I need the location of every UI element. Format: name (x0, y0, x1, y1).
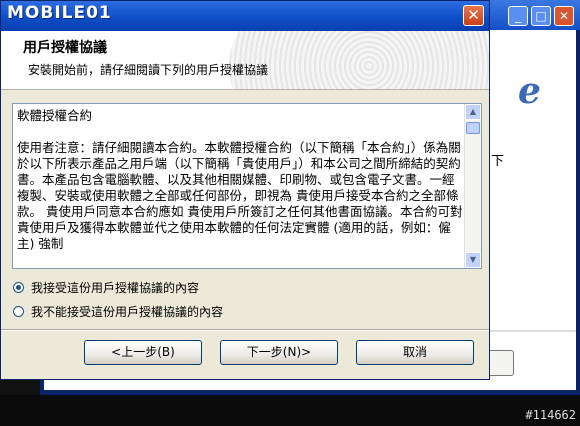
decline-label: 我不能接受這份用戶授權協議的內容 (31, 305, 224, 319)
accept-option[interactable]: 我接受這份用戶授權協議的內容 (13, 279, 199, 296)
header-subtitle: 安裝開始前，請仔細閱讀下列的用戶授權協議 (28, 63, 269, 77)
license-textbox[interactable]: 軟體授權合約 使用者注意：請仔細閱讀本合約。本軟體授權合約（以下簡稱「本合約」）… (12, 103, 482, 269)
next-button[interactable]: 下一步(N)> (220, 340, 338, 365)
close-icon[interactable]: ✕ (554, 6, 574, 26)
cancel-button[interactable]: 取消 (356, 340, 474, 365)
header-title: 用戶授權協議 (23, 40, 107, 56)
license-text: 軟體授權合約 使用者注意：請仔細閱讀本合約。本軟體授權合約（以下簡稱「本合約」）… (17, 108, 463, 251)
back-button[interactable]: <上一步(B) (84, 340, 202, 365)
app-logo: MOBILE01 (7, 3, 112, 23)
decline-radio[interactable] (13, 306, 24, 317)
dialog-title-bar[interactable]: MOBILE01 ✕ (1, 1, 489, 31)
scroll-thumb[interactable] (466, 122, 480, 134)
license-scrollbar[interactable]: ▲ ▼ (464, 104, 481, 268)
accept-radio[interactable] (13, 282, 24, 293)
license-dialog: MOBILE01 ✕ 用戶授權協議 安裝開始前，請仔細閱讀下列的用戶授權協議 軟… (0, 0, 490, 380)
minimize-icon[interactable]: _ (508, 6, 528, 26)
scroll-up-icon[interactable]: ▲ (465, 104, 481, 120)
taskbar: #114662 (0, 395, 580, 426)
dialog-header: 用戶授權協議 安裝開始前，請仔細閱讀下列的用戶授權協議 (1, 31, 489, 90)
close-button[interactable]: ✕ (463, 5, 484, 26)
watermark: #114662 (525, 408, 576, 422)
background-window-controls: _ □ ✕ (508, 6, 574, 26)
decline-option[interactable]: 我不能接受這份用戶授權協議的內容 (13, 303, 223, 320)
footer-separator (1, 329, 489, 331)
accept-label: 我接受這份用戶授權協議的內容 (31, 281, 200, 295)
maximize-icon[interactable]: □ (531, 6, 551, 26)
background-side-text: 下 (490, 154, 504, 169)
scroll-down-icon[interactable]: ▼ (465, 252, 481, 268)
